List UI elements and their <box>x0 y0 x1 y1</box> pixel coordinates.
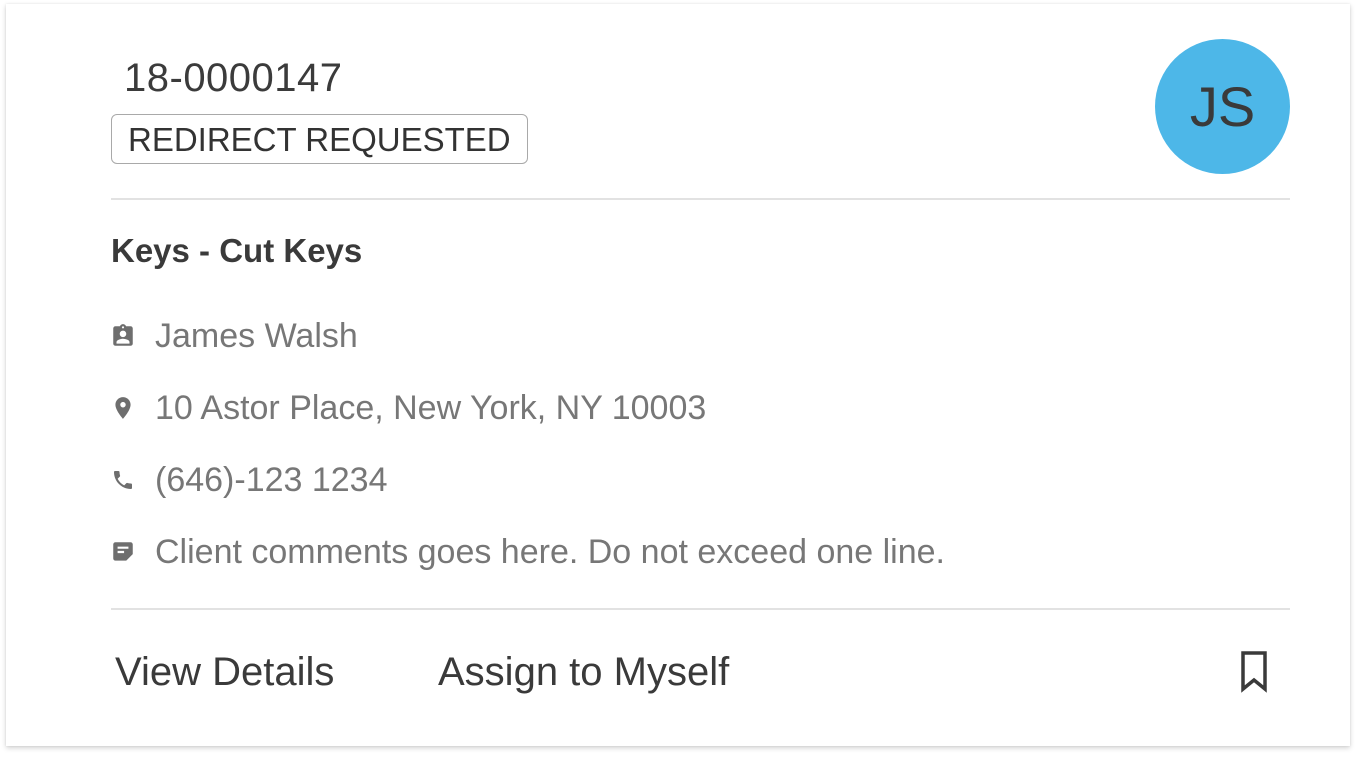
comment-row: Client comments goes here. Do not exceed… <box>109 532 945 572</box>
phone-icon <box>109 466 137 494</box>
address-row: 10 Astor Place, New York, NY 10003 <box>109 388 706 428</box>
ticket-id: 18-0000147 <box>124 56 343 100</box>
assignment-ind-icon <box>109 322 137 350</box>
bookmark-outline-icon[interactable] <box>1236 649 1272 693</box>
phone-row: (646)-123 1234 <box>109 460 388 500</box>
service-title: Keys - Cut Keys <box>111 232 363 269</box>
client-name: James Walsh <box>155 316 358 355</box>
avatar[interactable]: JS <box>1155 39 1290 174</box>
client-address: 10 Astor Place, New York, NY 10003 <box>155 388 707 427</box>
divider <box>111 608 1290 610</box>
divider <box>111 198 1290 200</box>
client-comment: Client comments goes here. Do not exceed… <box>155 532 946 571</box>
location-pin-icon <box>109 394 137 422</box>
ticket-card: 18-0000147 REDIRECT REQUESTED JS Keys - … <box>6 4 1350 746</box>
client-name-row: James Walsh <box>109 316 358 356</box>
assign-to-myself-button[interactable]: Assign to Myself <box>438 650 729 695</box>
client-phone: (646)-123 1234 <box>155 460 388 499</box>
note-icon <box>109 538 137 566</box>
status-badge: REDIRECT REQUESTED <box>111 114 528 164</box>
view-details-button[interactable]: View Details <box>115 650 334 695</box>
